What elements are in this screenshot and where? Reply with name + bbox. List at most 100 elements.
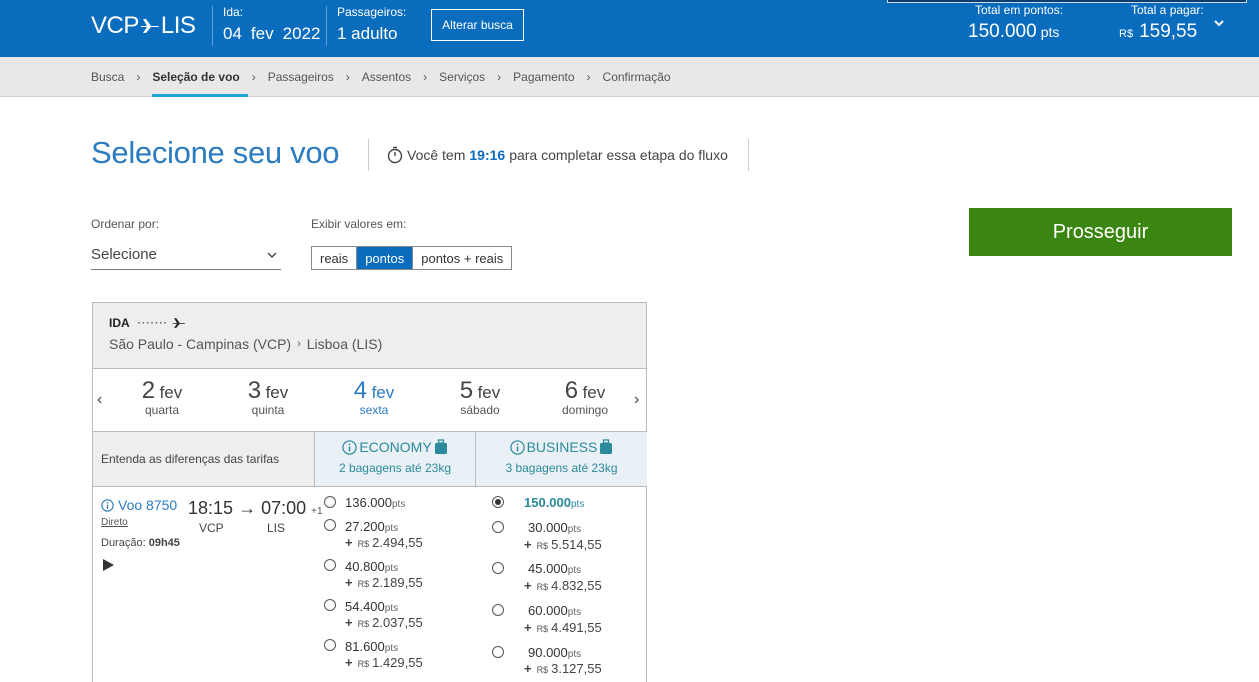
total-points: 150.000 pts [968,21,1059,43]
info-icon[interactable] [509,439,525,455]
chevron-down-icon [267,252,277,258]
breadcrumb: Busca › Seleção de voo › Passageiros › A… [91,57,671,97]
economy-option-3-points: 40.800pts [345,559,398,574]
business-option-1-radio[interactable] [492,496,504,508]
fare-economy-name: ECONOMY [359,439,432,455]
business-option-4-points: 60.000pts [528,603,581,618]
date-month: fev [371,383,395,402]
chevron-down-icon[interactable] [1214,18,1224,28]
stopwatch-icon [387,146,403,164]
breadcrumb-separator-icon: › [586,70,591,84]
economy-option-4-cash: + R$ 2.037,55 [345,615,423,630]
plus-sign: + [345,575,353,590]
route-summary: VCP LIS [91,12,196,40]
cash-value: 2.494,55 [372,535,423,550]
business-option-4-cash: + R$ 4.491,55 [524,620,602,635]
plus-sign: + [524,578,532,593]
passengers-label: Passageiros: [337,5,407,19]
breadcrumb-item-busca[interactable]: Busca [91,57,124,97]
info-icon[interactable] [342,439,357,455]
date-weekday: domingo [561,403,609,417]
points-value: 81.600 [345,639,385,654]
ida-label: Ida: [223,5,244,19]
airplane-icon [140,19,159,33]
sort-selected-value: Selecione [91,246,157,263]
ida-month: fev [250,24,274,43]
currency: R$ [536,582,549,592]
play-icon[interactable] [101,558,115,572]
points-value: 27.200 [345,519,385,534]
economy-option-3-cash: + R$ 2.189,55 [345,575,423,590]
economy-option-2-cash: + R$ 2.494,55 [345,535,423,550]
passengers-value: 1 adulto [337,24,398,43]
total-points-value: 150.000 [968,21,1037,42]
plus-sign: + [524,537,532,552]
display-option-reais[interactable]: reais [312,247,358,269]
date-option[interactable]: 6 fev domingo [545,377,625,417]
business-option-3-radio[interactable] [492,562,504,574]
segment-title-text: IDA [109,316,130,330]
points-value: 40.800 [345,559,385,574]
economy-option-2-radio[interactable] [324,519,336,531]
display-option-pontos-reais[interactable]: pontos + reais [413,247,511,269]
fare-economy-header: ECONOMY 2 bagagens até 23kg [315,432,476,486]
economy-option-5-radio[interactable] [324,639,336,651]
date-day: 2 [141,377,156,404]
economy-option-4-radio[interactable] [324,599,336,611]
economy-option-3-radio[interactable] [324,559,336,571]
sort-select[interactable]: Selecione [91,240,281,270]
cash-value: 5.514,55 [551,537,602,552]
timer-prefix: Você tem [407,147,466,163]
fare-business-name: BUSINESS [526,439,598,455]
segment-origin: São Paulo - Campinas (VCP) [109,336,292,352]
proceed-button[interactable]: Prosseguir [969,208,1232,256]
date-month: fev [582,383,606,402]
economy-option-1-points: 136.000pts [345,495,405,510]
points-unit: pts [384,523,399,534]
breadcrumb-separator-icon: › [251,70,256,84]
date-day: 5 [459,377,474,404]
economy-option-2-points: 27.200pts [345,519,398,534]
segment-destination: Lisboa (LIS) [306,336,383,352]
page-title: Selecione seu voo [91,135,340,170]
total-pay-currency: R$ [1119,28,1134,40]
breadcrumb-item-passageiros: Passageiros [267,70,334,84]
business-option-4-radio[interactable] [492,604,504,616]
alter-search-button[interactable]: Alterar busca [431,9,524,41]
points-unit: pts [567,607,582,618]
date-option[interactable]: 3 fev quinta [228,377,308,417]
economy-option-1-radio[interactable] [324,496,336,508]
breadcrumb-item-selecao-de-voo[interactable]: Seleção de voo [152,57,249,97]
total-points-unit: pts [1040,24,1060,40]
date-option[interactable]: 5 fev sábado [440,377,520,417]
currency: R$ [357,539,370,549]
total-pay-value: 159,55 [1139,21,1198,42]
date-month: fev [477,383,501,402]
business-option-2-radio[interactable] [492,521,504,533]
points-value: 90.000 [528,645,568,660]
segment-header: IDA ······· São Paulo - Campinas (VCP) ›… [93,303,646,369]
business-option-5-radio[interactable] [492,646,504,658]
chevron-right-icon[interactable]: › [634,391,639,409]
business-option-5-cash: + R$ 3.127,55 [524,661,602,676]
breadcrumb-bar: Busca › Seleção de voo › Passageiros › A… [0,57,1259,97]
duration-value: 09h45 [148,537,180,549]
display-values-toggle: reais pontos pontos + reais [311,246,513,270]
business-option-5-points: 90.000pts [528,645,581,660]
flight-panel: IDA ······· São Paulo - Campinas (VCP) ›… [92,302,647,682]
timer-suffix: para completar essa etapa do fluxo [509,147,728,163]
date-day: 4 [353,377,368,404]
date-option[interactable]: 2 fev quarta [122,377,202,417]
fare-differences-link[interactable]: Entenda as diferenças das tarifas [93,432,315,486]
display-option-pontos[interactable]: pontos [357,247,414,269]
currency: R$ [357,579,370,589]
currency: R$ [536,541,549,551]
plus-sign: + [524,661,532,676]
date-weekday: quinta [251,403,285,417]
chevron-left-icon[interactable]: ‹ [97,391,102,409]
business-option-3-cash: + R$ 4.832,55 [524,578,602,593]
date-option-selected[interactable]: 4 fev sexta [334,377,414,417]
ida-day: 04 [223,24,242,43]
display-values-label: Exibir valores em: [311,217,407,231]
points-value: 54.400 [345,599,385,614]
